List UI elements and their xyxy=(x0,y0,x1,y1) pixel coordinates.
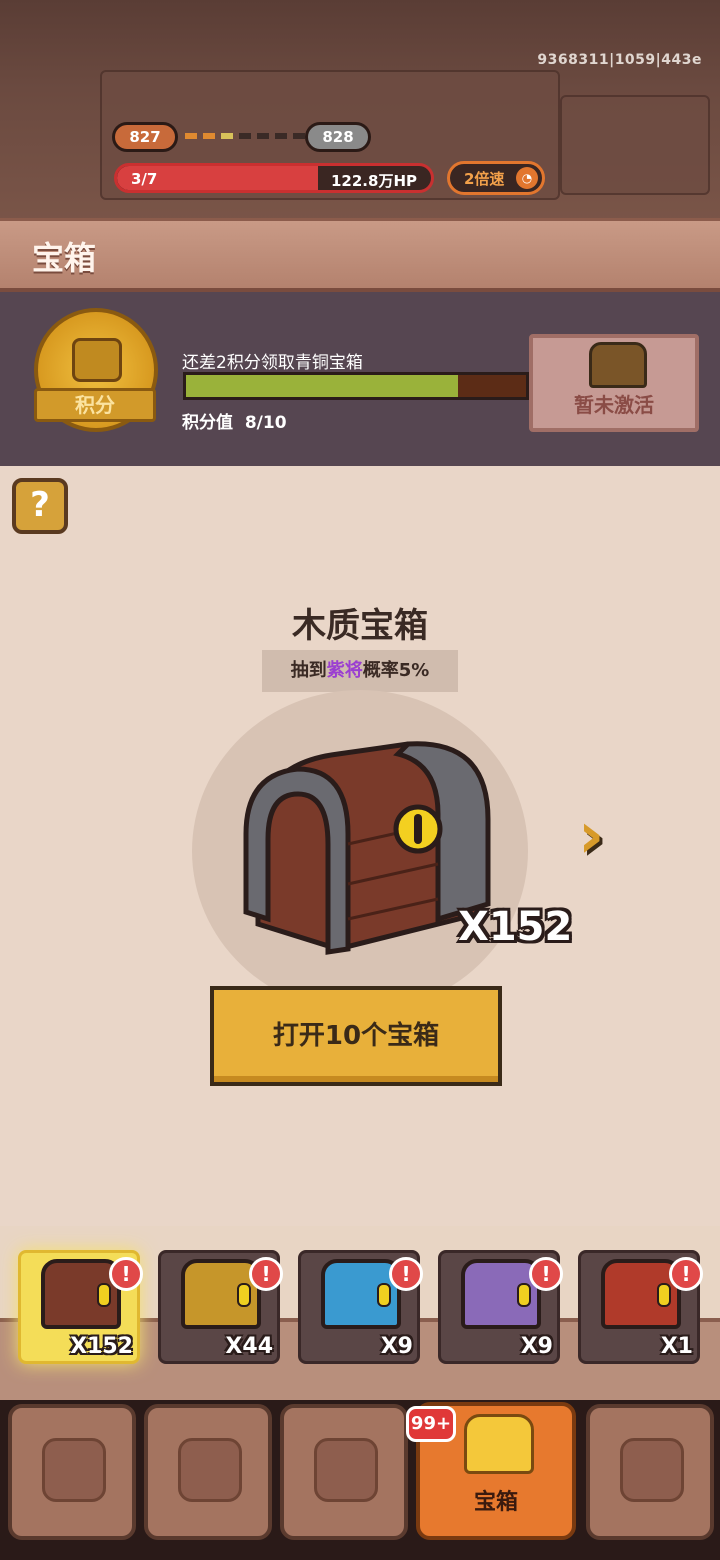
wooden-chest-icon xyxy=(243,741,491,955)
chest-lock-icon xyxy=(377,1283,391,1307)
current-level-badge: 827 xyxy=(112,122,178,152)
title-plank: 宝箱 xyxy=(0,218,720,292)
chest-slot-blue-chest[interactable]: ! X9 xyxy=(298,1250,423,1364)
page-title: 宝箱 xyxy=(32,239,97,277)
points-progress-fill xyxy=(186,375,458,397)
chest-lock-icon xyxy=(237,1283,251,1307)
nav-tab-hero[interactable] xyxy=(8,1404,136,1540)
alert-badge-icon: ! xyxy=(669,1257,703,1291)
boss-hp-value: 122.8万HP xyxy=(331,172,417,190)
next-level-badge: 828 xyxy=(305,122,371,152)
medal-label: 积分 xyxy=(34,388,156,422)
chest-name: 木质宝箱 xyxy=(292,606,428,646)
nav-tab-label: 宝箱 xyxy=(473,1490,518,1515)
help-button[interactable]: ? xyxy=(12,478,68,534)
points-progress-bar xyxy=(183,372,529,400)
chest-count: X152 xyxy=(458,904,573,950)
level-progress-dots xyxy=(185,133,305,139)
chest-slot-count: X1 xyxy=(660,1334,693,1359)
drop-rate-prefix: 抽到 xyxy=(290,660,327,681)
chest-slot-gold-chest[interactable]: ! X44 xyxy=(158,1250,283,1364)
nav-tab-warrior[interactable] xyxy=(280,1404,408,1540)
boss-hp-bar: 3/7 122.8万HP xyxy=(114,163,434,193)
wave-counter: 3/7 xyxy=(131,170,158,188)
alert-badge-icon: ! xyxy=(389,1257,423,1291)
drop-rate-banner: 抽到紫将概率5% xyxy=(262,650,458,692)
alert-badge-icon: ! xyxy=(109,1257,143,1291)
chest-slot-purple-chest[interactable]: ! X9 xyxy=(438,1250,563,1364)
bronze-chest-icon xyxy=(589,342,647,388)
speed-label: 2倍速 xyxy=(464,169,505,188)
treasure-chest-icon xyxy=(464,1414,534,1474)
armor-icon xyxy=(178,1438,242,1502)
points-value-label: 积分值 xyxy=(182,413,233,433)
alert-badge-icon: ! xyxy=(529,1257,563,1291)
chest-lock-icon xyxy=(517,1283,531,1307)
nav-tab-map[interactable] xyxy=(586,1404,714,1540)
speedometer-icon: ◔ xyxy=(516,167,538,189)
chest-slot-count: X44 xyxy=(225,1334,273,1359)
points-value-number: 8/10 xyxy=(244,413,287,433)
hero-icon xyxy=(42,1438,106,1502)
chest-lock-icon xyxy=(97,1283,111,1307)
build-id: 9368311|1059|443e xyxy=(537,52,702,68)
medal-chest-emblem-icon xyxy=(72,338,122,382)
open-chests-button[interactable]: 打开10个宝箱 xyxy=(210,986,502,1086)
nav-notification-badge: 99+ xyxy=(406,1406,456,1442)
next-chest-arrow-icon[interactable]: › xyxy=(578,800,624,872)
drop-rate-suffix: 概率5% xyxy=(362,660,430,681)
chest-slot-red-chest[interactable]: ! X1 xyxy=(578,1250,703,1364)
speed-toggle-button[interactable]: 2倍速 ◔ xyxy=(447,161,545,195)
locked-chest-label: 暂未激活 xyxy=(574,393,654,417)
drop-rate-highlight: 紫将 xyxy=(326,660,363,681)
nav-tab-armor[interactable] xyxy=(144,1404,272,1540)
points-hint: 还差2积分领取青铜宝箱 xyxy=(182,353,363,373)
alert-badge-icon: ! xyxy=(249,1257,283,1291)
bronze-chest-reward-button[interactable]: 暂未激活 xyxy=(529,334,699,432)
points-value: 积分值 8/10 xyxy=(182,408,287,433)
chest-slot-count: X152 xyxy=(70,1334,133,1359)
chest-slot-wooden-chest[interactable]: ! X152 xyxy=(18,1250,143,1364)
chest-slot-count: X9 xyxy=(520,1334,553,1359)
warrior-icon xyxy=(314,1438,378,1502)
chest-lock-icon xyxy=(657,1283,671,1307)
map-icon xyxy=(620,1438,684,1502)
chest-slot-count: X9 xyxy=(380,1334,413,1359)
